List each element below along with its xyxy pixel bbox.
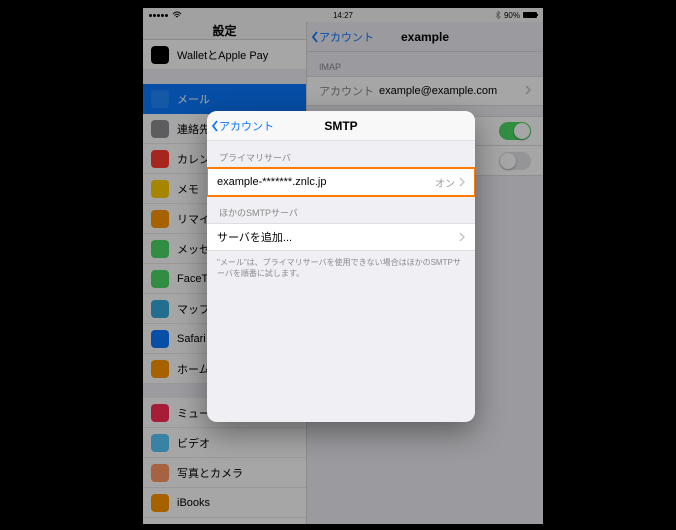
- primary-server-row[interactable]: example-*******.znlc.jp オン: [207, 168, 475, 196]
- modal-title: SMTP: [207, 119, 475, 133]
- primary-server-label: プライマリサーバ: [207, 141, 475, 168]
- other-servers-label: ほかのSMTPサーバ: [207, 196, 475, 223]
- add-server-row[interactable]: サーバを追加...: [207, 223, 475, 251]
- modal-footer-note: "メール"は、プライマリサーバを使用できない場合はほかのSMTPサーバを順番に試…: [207, 251, 475, 285]
- chevron-right-icon: [459, 232, 465, 242]
- chevron-right-icon: [459, 177, 465, 187]
- smtp-modal: アカウント SMTP プライマリサーバ example-*******.znlc…: [207, 111, 475, 422]
- primary-server-name: example-*******.znlc.jp: [217, 176, 326, 188]
